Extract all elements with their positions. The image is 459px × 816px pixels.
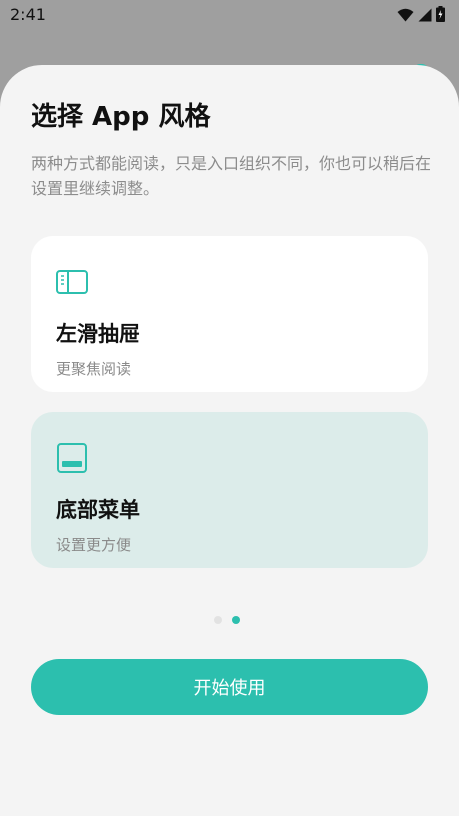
option-card-drawer[interactable]: 左滑抽屉 更聚焦阅读 <box>31 236 428 392</box>
sidebar-drawer-icon <box>56 266 88 298</box>
page-title: 选择 App 风格 <box>31 102 211 132</box>
start-button[interactable]: 开始使用 <box>31 659 428 715</box>
signal-icon <box>418 7 432 26</box>
option-description: 更聚焦阅读 <box>56 360 132 378</box>
page-dot-2-active <box>232 616 240 624</box>
status-time: 2:41 <box>10 5 46 24</box>
battery-icon <box>436 6 445 26</box>
option-description: 设置更方便 <box>56 536 132 554</box>
bottom-menu-icon <box>56 442 88 474</box>
option-title: 左滑抽屉 <box>56 322 140 346</box>
page-indicator <box>214 616 240 624</box>
status-icons <box>397 6 445 26</box>
wifi-icon <box>397 7 414 26</box>
option-card-bottom-menu[interactable]: 底部菜单 设置更方便 <box>31 412 428 568</box>
page-dot-1 <box>214 616 222 624</box>
page-subtitle: 两种方式都能阅读，只是入口组织不同，你也可以稍后在设置里继续调整。 <box>31 154 432 198</box>
status-bar: 2:41 <box>0 0 459 32</box>
option-title: 底部菜单 <box>56 498 140 522</box>
